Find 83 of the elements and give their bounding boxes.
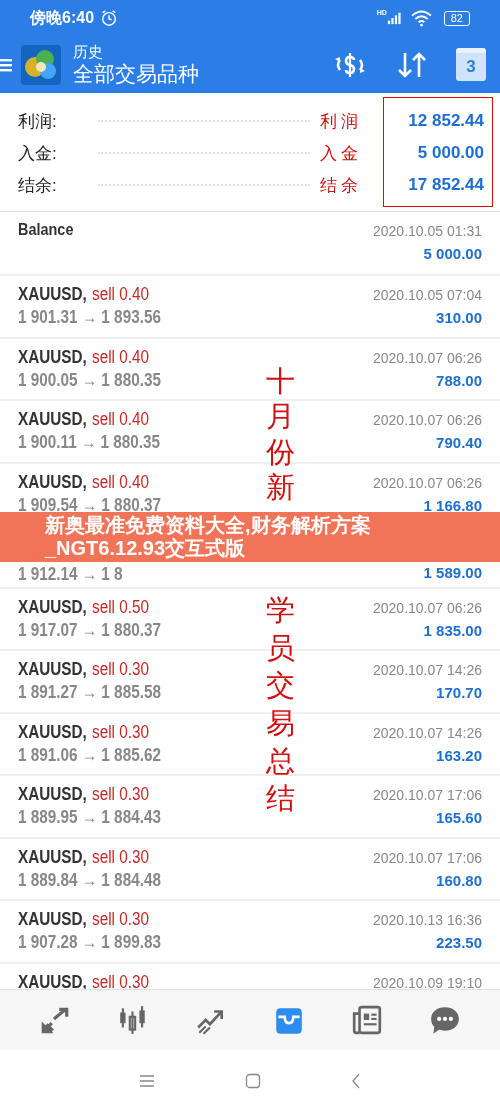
symbol-label: XAUUSD, [18, 784, 87, 805]
alarm-icon [100, 9, 119, 27]
battery-level: 82 [443, 10, 470, 26]
status-time: 傍晚6:40 [30, 7, 95, 28]
row-time: 2020.10.07 06:26 [373, 349, 482, 366]
trade-label: sell 0.40 [92, 471, 149, 493]
profit-value: 1 589.00 [423, 564, 482, 581]
row-time: 2020.10.13 16:36 [373, 912, 482, 928]
profit-value: 788.00 [436, 371, 482, 389]
price-range: 1 909.54 → 1 880.37 [18, 494, 161, 515]
symbol-label: XAUUSD, [18, 846, 87, 868]
trade-label: sell 0.40 [92, 346, 149, 368]
row-time: 2020.10.07 06:26 [373, 412, 482, 428]
row-time: 2020.10.07 06:26 [373, 474, 482, 491]
handwritten-note: 利润 [320, 109, 362, 133]
profit-value: 1 166.80 [423, 496, 482, 514]
symbol-label: XAUUSD, [18, 909, 87, 930]
header-subtitle: 历史 [73, 42, 104, 61]
app-logo-icon [21, 44, 61, 85]
price-range: 1 891.27 → 1 885.58 [18, 682, 161, 703]
back-icon[interactable] [351, 1072, 361, 1089]
profit-value: 165.60 [436, 809, 482, 826]
profit-value: 1 835.00 [423, 621, 482, 639]
price-range: 1 901.31 → 1 893.56 [18, 307, 161, 328]
summary-value: 17 852.44 [407, 175, 484, 195]
trade-label: sell 0.30 [92, 659, 149, 680]
summary-label: 入金: [18, 142, 58, 165]
summary-value: 12 852.44 [407, 111, 484, 131]
handwritten-note: 入金 [320, 141, 362, 165]
row-time: 2020.10.05 01:31 [373, 223, 482, 239]
row-time: 2020.10.07 14:26 [373, 662, 482, 678]
summary-label: 结余: [18, 174, 58, 197]
trade-label: sell 0.50 [92, 596, 149, 618]
calendar-button[interactable]: 3 [456, 48, 486, 81]
profit-value: 310.00 [436, 309, 482, 326]
trade-label: sell 0.40 [92, 409, 149, 430]
symbol-label: XAUUSD, [18, 721, 87, 743]
profit-value: 160.80 [436, 871, 482, 889]
row-time: 2020.10.09 19:10 [373, 974, 482, 989]
caption-toast: 新奥最准免费资料大全,财务解析方案_NGT6.12.93交互式版 [0, 512, 500, 562]
row-time: 2020.10.07 17:06 [373, 849, 482, 866]
price-range: 1 912.14 → 1 8 [18, 564, 123, 585]
row-time: 2020.10.05 07:04 [373, 287, 482, 303]
price-range: 1 900.11 → 1 880.35 [18, 432, 161, 453]
chat-bubble-icon [429, 1004, 461, 1036]
price-range: 1 917.07 → 1 880.37 [18, 619, 161, 641]
profit-value: 223.50 [436, 934, 482, 951]
handwritten-note: 结余 [320, 173, 362, 197]
profit-value: 170.70 [436, 684, 482, 701]
trade-label: sell 0.30 [92, 909, 149, 930]
trade-label: sell 0.30 [92, 971, 149, 989]
wifi-icon [410, 9, 432, 27]
summary-label: 利润: [18, 110, 58, 133]
row-time: 2020.10.07 06:26 [373, 599, 482, 616]
recents-icon[interactable] [139, 1073, 155, 1088]
price-range: 1 891.06 → 1 885.62 [18, 744, 161, 766]
profit-value: 5 000.00 [423, 245, 482, 262]
header-title[interactable]: 全部交易品种 [73, 60, 304, 87]
row-time: 2020.10.07 17:06 [373, 787, 482, 803]
trade-label: sell 0.30 [92, 846, 149, 868]
price-range: 1 907.28 → 1 899.83 [18, 932, 161, 953]
symbol-label: XAUUSD, [18, 659, 87, 680]
symbol-label: XAUUSD, [18, 471, 87, 493]
profit-value: 163.20 [436, 746, 482, 764]
home-icon[interactable] [245, 1072, 261, 1089]
symbol-label: XAUUSD, [18, 409, 87, 430]
summary-value: 5 000.00 [416, 143, 484, 163]
price-range: 1 900.05 → 1 880.35 [18, 369, 161, 391]
row-time: 2020.10.07 14:26 [373, 724, 482, 741]
symbol-label: XAUUSD, [18, 596, 87, 618]
symbol-label: XAUUSD, [18, 284, 87, 305]
profit-value: 790.40 [436, 434, 482, 451]
trade-label: sell 0.40 [92, 284, 149, 305]
handwritten-note: 学员交易总结 [266, 592, 295, 818]
trade-label: sell 0.30 [92, 784, 149, 805]
trade-label: sell 0.30 [92, 721, 149, 743]
price-range: 1 889.84 → 1 884.48 [18, 869, 161, 891]
handwritten-note: 十月份新 [266, 364, 295, 506]
newspaper-icon [351, 1004, 383, 1036]
price-range: 1 889.95 → 1 884.43 [18, 807, 161, 828]
symbol-label: Balance [18, 220, 74, 240]
signal-icon [386, 10, 401, 26]
symbol-label: XAUUSD, [18, 346, 87, 368]
